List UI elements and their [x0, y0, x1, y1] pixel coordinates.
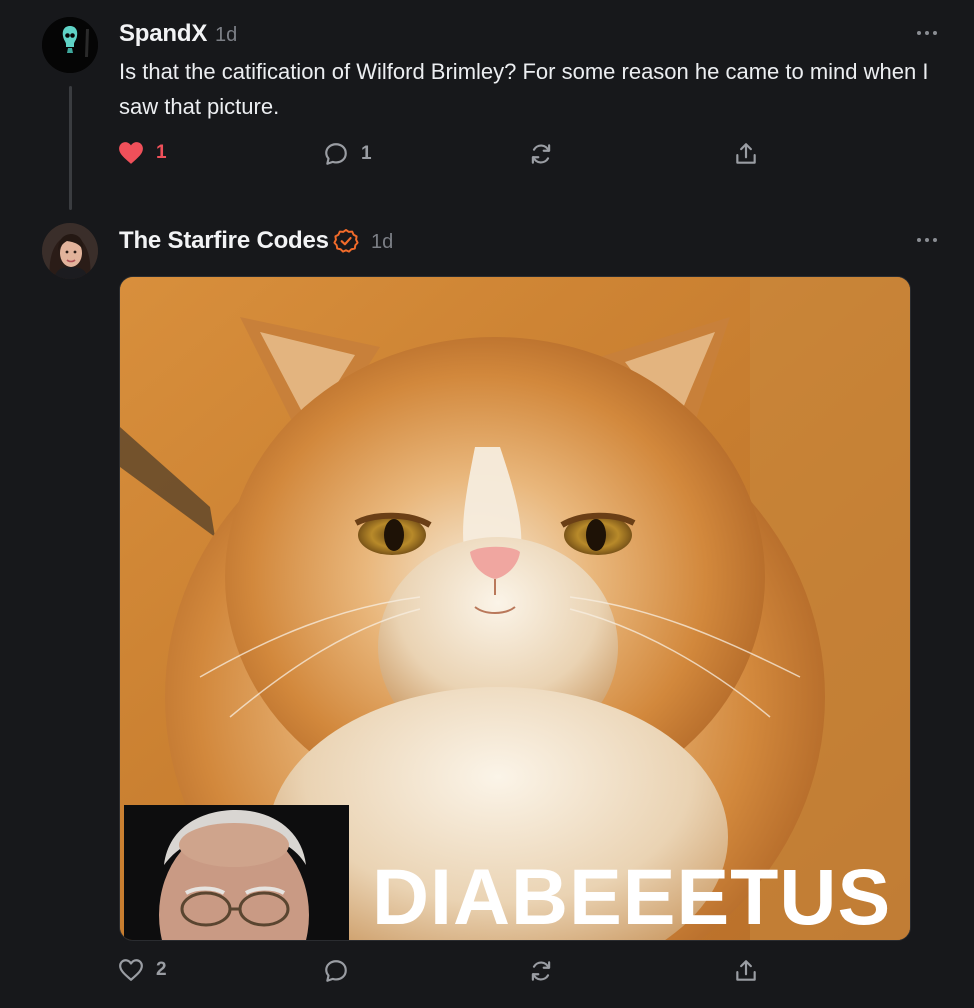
restack-button[interactable] [528, 141, 554, 167]
like-button[interactable]: 1 [118, 141, 167, 165]
inset-portrait-photo [124, 805, 349, 940]
restack-icon [531, 144, 551, 164]
heart-icon [119, 959, 143, 981]
reply-button[interactable] [323, 958, 349, 984]
avatar-spandx[interactable] [42, 17, 98, 73]
comment-author-name[interactable]: SpandX [119, 20, 207, 48]
heart-icon [119, 142, 143, 164]
skull-avatar-icon [42, 17, 98, 73]
like-count: 2 [156, 959, 167, 980]
comment-timestamp: 1d [371, 231, 394, 253]
comment-author-name[interactable]: The Starfire Codes [119, 227, 329, 255]
more-dots-icon[interactable] [917, 235, 943, 245]
meme-image[interactable]: DIABEEETUS [119, 276, 911, 941]
profile-photo-avatar [42, 223, 98, 279]
meme-caption: DIABEEETUS [372, 852, 892, 941]
like-button[interactable]: 2 [118, 958, 167, 982]
man-portrait-illustration [124, 805, 349, 940]
more-dots-icon[interactable] [917, 28, 943, 38]
restack-button[interactable] [528, 958, 554, 984]
like-count: 1 [156, 142, 167, 163]
verified-check-icon [333, 228, 359, 253]
share-button[interactable] [733, 141, 759, 167]
comment-body: Is that the catification of Wilford Brim… [119, 59, 929, 119]
restack-icon [531, 961, 551, 981]
comment-bubble-icon [325, 960, 347, 982]
share-icon [736, 960, 756, 981]
share-button[interactable] [733, 958, 759, 984]
avatar-the-starfire-codes[interactable] [42, 223, 98, 279]
share-icon [736, 143, 756, 164]
thread-connector-line [69, 86, 72, 210]
comment-timestamp: 1d [215, 24, 238, 46]
reply-count: 1 [361, 143, 372, 164]
reply-button[interactable]: 1 [323, 141, 372, 167]
comment-bubble-icon [325, 143, 347, 165]
